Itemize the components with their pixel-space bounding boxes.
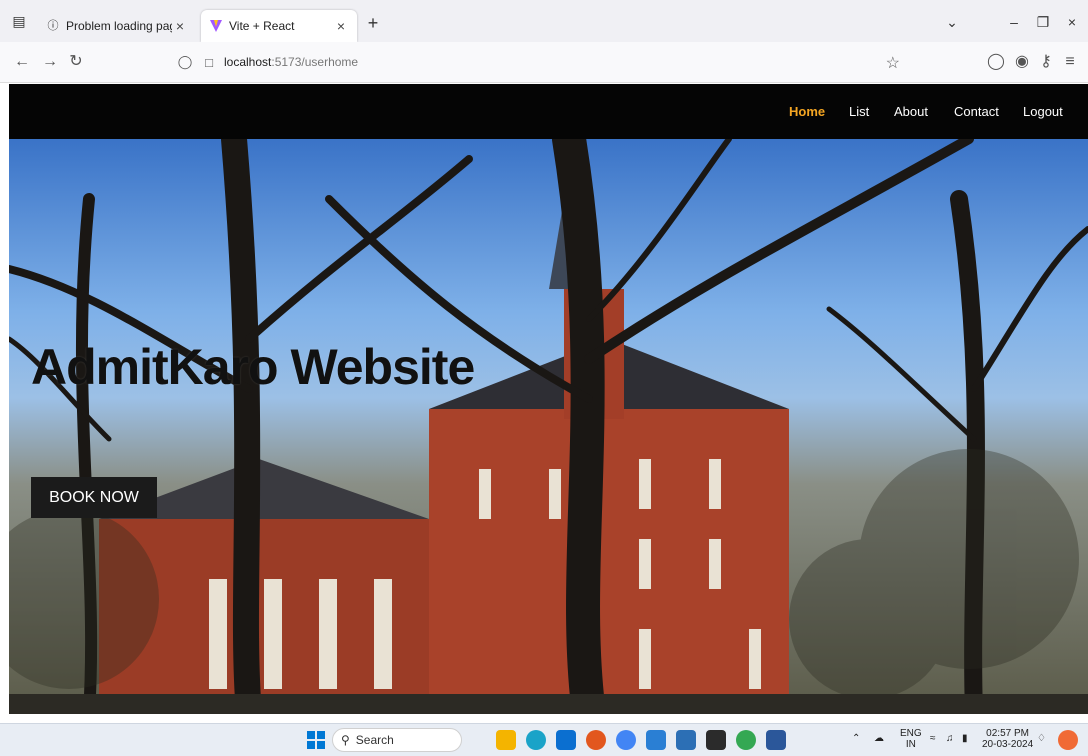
bookmark-star-icon[interactable]: ☆ bbox=[886, 53, 900, 73]
browser-toolbar: ← → ↻ ◯ □ localhost:5173/userhome ☆ ◯ ◉ … bbox=[0, 42, 1088, 83]
url-host: localhost bbox=[224, 55, 272, 69]
account-icon[interactable]: ◉ bbox=[1012, 52, 1032, 72]
os-taskbar: ⚲ Search ⌃ ☁ ENG IN ≈ ♫ ▮ 02:57 PM 20-03… bbox=[0, 723, 1088, 756]
pocket-icon[interactable]: ◯ bbox=[986, 52, 1006, 72]
menu-icon[interactable]: ≡ bbox=[1060, 52, 1080, 72]
chrome-profile-icon[interactable] bbox=[736, 730, 756, 750]
tab-label: Problem loading page bbox=[66, 19, 172, 33]
info-icon: ⓘ bbox=[47, 20, 59, 32]
forward-icon[interactable]: → bbox=[40, 52, 60, 72]
extensions-icon[interactable]: ⚷ bbox=[1036, 52, 1056, 72]
vscode-icon[interactable] bbox=[646, 730, 666, 750]
tray-overflow-icon[interactable]: ⌃ bbox=[852, 733, 860, 744]
nav-logout[interactable]: Logout bbox=[1023, 104, 1063, 119]
windows-start-icon[interactable] bbox=[306, 730, 326, 750]
terminal-icon[interactable] bbox=[706, 730, 726, 750]
clock[interactable]: 02:57 PM 20-03-2024 bbox=[982, 728, 1033, 750]
close-icon[interactable]: × bbox=[172, 18, 188, 34]
search-label: Search bbox=[355, 733, 394, 747]
tab-vite-react[interactable]: Vite + React × bbox=[201, 10, 357, 42]
hero-background-image bbox=[9, 139, 1088, 714]
close-window-icon[interactable]: × bbox=[1062, 14, 1082, 30]
book-now-button[interactable]: BOOK NOW bbox=[31, 477, 157, 518]
firefox-icon[interactable] bbox=[586, 730, 606, 750]
restore-icon[interactable]: ❐ bbox=[1033, 14, 1053, 31]
app-page: Home List About Contact Logout AdmitKaro… bbox=[9, 84, 1088, 714]
shield-icon: ◯ bbox=[177, 54, 193, 69]
tab-label: Vite + React bbox=[229, 19, 295, 33]
tab-list-icon[interactable]: ▤ bbox=[10, 12, 28, 30]
tab-problem-loading[interactable]: ⓘ Problem loading page × bbox=[38, 10, 196, 42]
region-label: IN bbox=[905, 739, 916, 750]
volume-icon[interactable]: ♫ bbox=[946, 733, 954, 744]
notepad-icon[interactable] bbox=[676, 730, 696, 750]
nav-list[interactable]: List bbox=[849, 104, 869, 119]
url-path: :5173/userhome bbox=[271, 55, 359, 69]
search-icon: ⚲ bbox=[341, 733, 350, 747]
nav-contact[interactable]: Contact bbox=[954, 104, 999, 119]
nav-about[interactable]: About bbox=[894, 104, 928, 119]
app-navbar: Home List About Contact Logout bbox=[9, 84, 1088, 139]
word-icon[interactable] bbox=[766, 730, 786, 750]
address-bar[interactable]: ◯ □ localhost:5173/userhome ☆ bbox=[170, 48, 910, 76]
battery-icon[interactable]: ▮ bbox=[962, 733, 968, 744]
back-icon[interactable]: ← bbox=[12, 52, 32, 72]
minimize-icon[interactable]: – bbox=[1004, 14, 1024, 30]
chevron-down-icon[interactable]: ⌄ bbox=[942, 14, 962, 31]
hero-section: AdmitKaro Website BOOK NOW bbox=[9, 139, 1088, 714]
onedrive-icon[interactable]: ☁ bbox=[874, 733, 884, 744]
vite-logo-icon bbox=[209, 19, 223, 33]
clock-date: 20-03-2024 bbox=[982, 739, 1034, 750]
edge-icon[interactable] bbox=[526, 730, 546, 750]
wifi-icon[interactable]: ≈ bbox=[930, 733, 936, 744]
browser-tab-strip: ▤ ⓘ Problem loading page × Vite + React … bbox=[0, 0, 1088, 42]
notification-bell-icon[interactable]: ♢ bbox=[1037, 733, 1046, 744]
close-icon[interactable]: × bbox=[333, 18, 349, 34]
nav-home[interactable]: Home bbox=[789, 104, 825, 119]
page-icon: □ bbox=[205, 54, 213, 70]
taskbar-search[interactable]: ⚲ Search bbox=[332, 728, 462, 752]
file-explorer-icon[interactable] bbox=[496, 730, 516, 750]
hero-title: AdmitKaro Website bbox=[31, 339, 475, 395]
reload-icon[interactable]: ↻ bbox=[66, 52, 86, 72]
chrome-icon[interactable] bbox=[616, 730, 636, 750]
clock-time: 02:57 PM bbox=[986, 728, 1029, 739]
language-indicator[interactable]: ENG IN bbox=[900, 728, 922, 750]
new-tab-icon[interactable]: + bbox=[364, 14, 382, 32]
widget-icon[interactable] bbox=[1058, 730, 1078, 750]
store-icon[interactable] bbox=[556, 730, 576, 750]
lang-label: ENG bbox=[900, 728, 922, 739]
